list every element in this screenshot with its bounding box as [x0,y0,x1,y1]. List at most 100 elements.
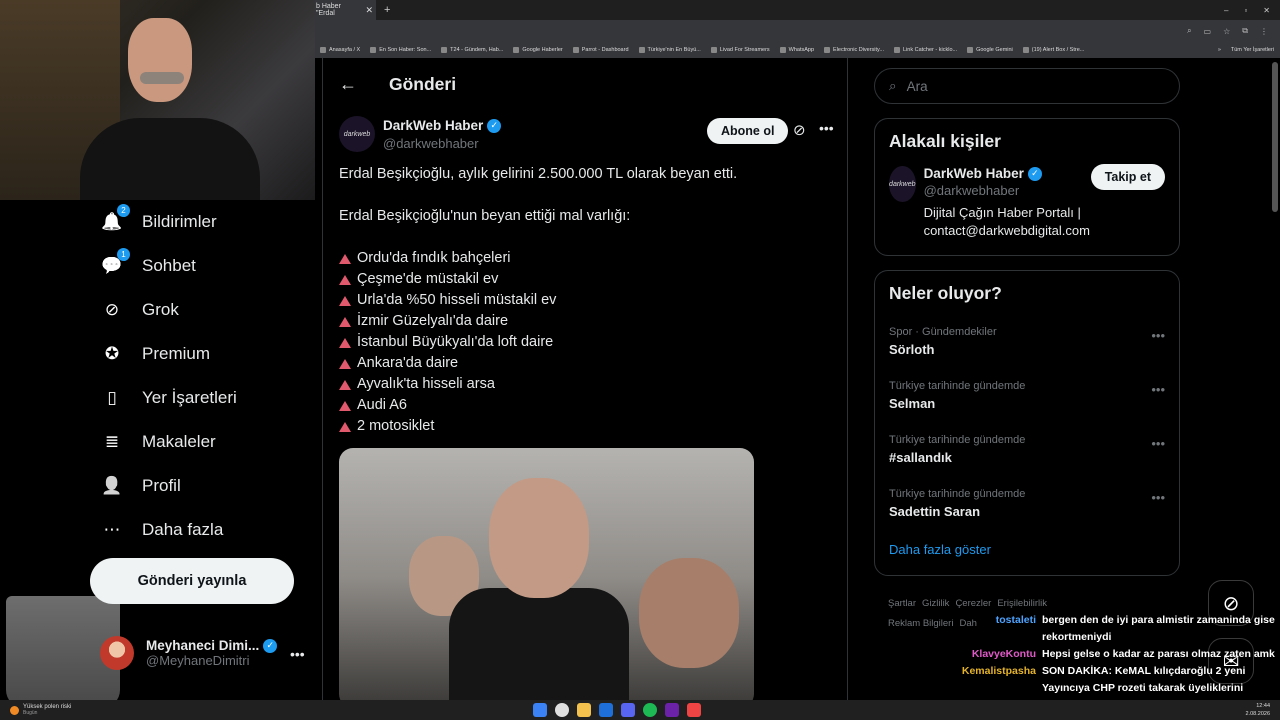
bookmark-item[interactable]: Türkiye'nin En Büyü... [638,47,701,53]
bookmark-item[interactable]: Link Catcher - kicklo... [893,47,958,53]
browser-toolbar: ⌕ ▭ ☆ ⧉ ⋮ [312,20,1280,42]
cast-icon[interactable]: ▭ [1204,27,1212,36]
trend-item[interactable]: Spor · Gündemdekiler Sörloth ••• [875,314,1179,368]
red-triangle-icon [339,274,351,285]
bookmark-label: Link Catcher - kicklo... [902,47,958,53]
footer-link[interactable]: Şartlar [888,598,916,609]
author-avatar[interactable]: darkweb [339,116,375,152]
bookmark-label: Google Haberler [522,47,563,53]
trends-list: Spor · Gündemdekiler Sörloth ••• Türkiye ta… [875,314,1179,530]
left-navigation: 🔔 2 Bildirimler 💬 1 Sohbet ⊘ Grok ✪ Premium ▯ Yer İ… [0,200,322,708]
close-tab-icon[interactable]: ✕ [365,5,373,16]
app2-icon[interactable] [665,703,679,717]
bookmark-item[interactable]: (19) Alert Box / Stre... [1022,47,1084,53]
new-tab-icon[interactable]: + [384,4,390,16]
chat-message: tostaleti bergen den de iyi para almistir… [920,612,1280,646]
notification-badge: 2 [117,204,130,217]
related-avatar: darkweb [889,166,916,202]
close-window-icon[interactable]: ✕ [1263,6,1270,15]
scrollbar[interactable] [1272,62,1278,212]
back-arrow-icon[interactable]: ← [339,74,359,95]
post-header: ← Gönderi [323,58,847,110]
bookmark-item[interactable]: WhatsApp [779,47,814,53]
bookmark-item[interactable]: Livad For Streamers [710,47,770,53]
bookmark-item[interactable]: Google Gemini [967,47,1013,53]
show-more-link[interactable]: Daha fazla göster [875,530,1179,571]
footer-link[interactable]: Çerezler [955,598,991,609]
trend-more-icon[interactable]: ••• [1151,328,1165,343]
streamer-body [80,118,260,200]
taskbar-clock[interactable]: 12:44 2.08.2026 [1246,702,1270,718]
start-icon[interactable] [533,703,547,717]
chat-text: Hepsi gelse o kadar az parası olmaz zate… [1042,648,1275,660]
account-more-icon[interactable]: ••• [290,646,305,662]
bookmark-icon: ▯ [107,388,117,407]
asset-label: Çeşme'de müstakil ev [357,271,499,287]
nav-item-article[interactable]: ≣ Makaleler [100,428,216,456]
star-icon[interactable]: ☆ [1223,27,1230,36]
post-photo[interactable] [339,448,754,708]
nav-item-profile[interactable]: 👤 Profil [100,472,180,500]
related-person[interactable]: darkweb DarkWeb Haber ✓ @darkwebhaber Dij… [875,152,1179,254]
bookmark-item[interactable]: Electronic Diversity... [824,47,884,53]
weather-widget[interactable]: Yüksek polen riski Bugün [0,704,71,716]
spotify-icon[interactable] [643,703,657,717]
post-more-icon[interactable]: ••• [819,120,834,136]
trend-item[interactable]: Türkiye tarihinde gündemde Selman ••• [875,368,1179,422]
trend-title: Sadettin Saran [889,503,981,519]
app3-icon[interactable] [687,703,701,717]
nav-item-grok[interactable]: ⊘ Grok [100,296,179,324]
nav-item-bell[interactable]: 🔔 2 Bildirimler [100,204,217,236]
menu-icon[interactable]: ⋮ [1260,27,1268,36]
asset-item: Ankara'da daire [339,353,833,374]
extensions-icon[interactable]: ⧉ [1242,26,1248,36]
discord-icon[interactable] [621,703,635,717]
zoom-icon[interactable]: ⌕ [1187,26,1191,36]
nav-item-more-circle[interactable]: ⋯ Daha fazla [100,516,224,544]
minimize-icon[interactable]: – [1224,6,1228,15]
maximize-icon[interactable]: ▫ [1244,6,1247,15]
trend-more-icon[interactable]: ••• [1151,436,1165,451]
bookmark-item[interactable]: Anasayfa / X [320,47,360,53]
post-button[interactable]: Gönderi yayınla [90,558,294,604]
chat-text: bergen den de iyi para almistir zamanind… [1042,614,1275,643]
all-bookmarks[interactable]: » Tüm Yer İşaretleri [1218,47,1280,53]
page-title: Gönderi [389,73,457,94]
bookmark-item[interactable]: Parrot - Dashboard [572,47,629,53]
grok-icon[interactable]: ⊘ [793,121,806,139]
nav-item-chat[interactable]: 💬 1 Sohbet [100,248,196,280]
bookmark-favicon-icon [710,47,717,53]
chat-icon: 💬 1 [100,248,130,278]
trend-item[interactable]: Türkiye tarihinde gündemde Sadettin Saran… [875,476,1179,530]
red-triangle-icon [339,295,351,306]
account-switcher[interactable]: Meyhaneci Dimi... ✓ @MeyhaneDimitri ••• [100,636,305,670]
chrome-icon[interactable] [555,703,569,717]
trend-more-icon[interactable]: ••• [1151,490,1165,505]
bookmark-item[interactable]: T24 - Gündem, Hab... [441,47,503,53]
follow-button[interactable]: Takip et [1090,164,1165,190]
nav-item-premium[interactable]: ✪ Premium [100,340,210,368]
weather-subtitle: Bugün [23,710,38,716]
bookmark-label: Electronic Diversity... [833,47,884,53]
trend-item[interactable]: Türkiye tarihinde gündemde #sallandık ••• [875,422,1179,476]
bookmark-favicon-icon [370,47,377,53]
footer-link[interactable]: Erişilebilirlik [997,598,1047,609]
asset-item: 2 motosiklet [339,416,833,437]
chat-username: tostaleti [995,614,1036,626]
browser-tab[interactable]: b Haber "Erdal ✕ [312,0,376,20]
red-triangle-icon [339,358,351,369]
app-icon[interactable] [599,703,613,717]
author-name-row[interactable]: DarkWeb Haber ✓ [383,118,502,133]
folder-icon[interactable] [577,703,591,717]
subscribe-button[interactable]: Abone ol [707,118,789,144]
taskbar-apps [533,703,701,717]
nav-item-bookmark[interactable]: ▯ Yer İşaretleri [100,384,237,412]
bookmarks-overflow-icon[interactable]: » [1218,47,1221,53]
windows-taskbar: Yüksek polen riski Bugün 12:44 2.08.2026 [0,700,1280,720]
footer-link[interactable]: Gizlilik [922,598,949,609]
search-input[interactable]: ⌕ Ara [874,68,1180,104]
trend-more-icon[interactable]: ••• [1151,382,1165,397]
bookmark-item[interactable]: En Son Haber: Son... [370,47,431,53]
notification-badge: 1 [117,248,130,261]
bookmark-item[interactable]: Google Haberler [513,47,563,53]
